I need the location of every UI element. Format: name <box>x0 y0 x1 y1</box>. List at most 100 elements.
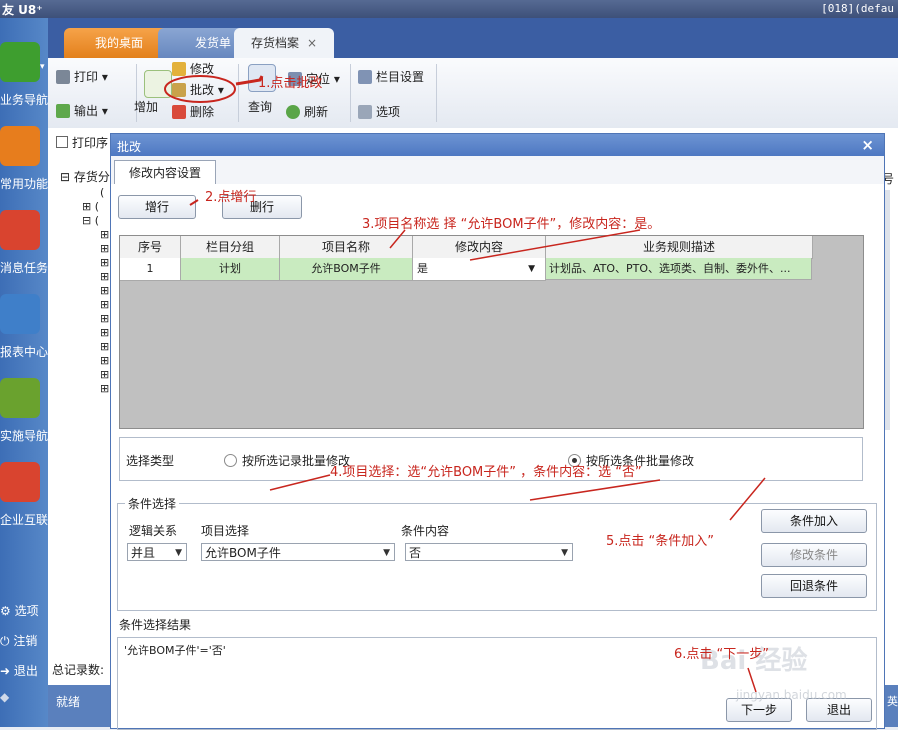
col-header-item: 项目名称 <box>280 236 413 259</box>
app-title-bar: 友 U8⁺ [018](defau <box>0 0 898 18</box>
nav-options[interactable]: ⚙ 选项 <box>0 602 39 619</box>
query-button[interactable]: 查询 <box>248 98 272 115</box>
toolbar-divider <box>238 64 239 122</box>
columns-icon <box>358 70 372 84</box>
toolbar-divider <box>436 64 437 122</box>
ime-indicator: 英 <box>887 695 898 708</box>
condition-result-label: 条件选择结果 <box>119 618 192 632</box>
nav-item-messages[interactable]: 消息任务 <box>0 259 48 276</box>
modify-button[interactable]: 修改 <box>172 60 214 77</box>
tree-node[interactable]: ⊟ ( <box>82 214 99 227</box>
left-navigation: ▾ 业务导航 常用功能 消息任务 报表中心 实施导航 企业互联 ⚙ 选项 ⏻ 注… <box>0 18 48 727</box>
col-header-value: 修改内容 <box>413 236 546 259</box>
nav-item-reports[interactable]: 报表中心 <box>0 343 48 360</box>
cell-group[interactable]: 计划 <box>181 258 280 281</box>
nav-item-implementation[interactable]: 实施导航 <box>0 427 48 444</box>
add-condition-button[interactable]: 条件加入 <box>761 509 867 533</box>
category-tree[interactable]: ⊟ 存货分 ( ⊞ ( ⊟ ( ⊞ ⊞ ⊞ ⊞ ⊞ ⊞ ⊞ ⊞ ⊞ ⊞ ⊞ ⊞ <box>52 162 112 395</box>
options-button[interactable]: 选项 <box>358 103 400 120</box>
cell-rule[interactable]: 计划品、ATO、PTO、选项类、自制、委外件、... <box>546 258 812 280</box>
chevron-down-icon[interactable]: ▼ <box>528 258 535 280</box>
power-icon: ⏻ <box>0 634 14 648</box>
tree-children[interactable]: ⊞ ⊞ ⊞ ⊞ ⊞ ⊞ ⊞ ⊞ ⊞ ⊞ ⊞ ⊞ <box>100 228 109 396</box>
refresh-icon <box>286 105 300 119</box>
radio-icon[interactable] <box>224 454 237 467</box>
cell-seq[interactable]: 1 <box>120 258 181 281</box>
gear-icon: ⚙ <box>0 604 15 618</box>
dialog-tabbar: 修改内容设置 <box>111 156 884 185</box>
delete-button[interactable]: 删除 <box>172 103 214 120</box>
item-select[interactable]: 允许BOM子件 ▼ <box>201 543 395 561</box>
item-select-label: 项目选择 <box>201 524 250 538</box>
star-icon[interactable] <box>0 126 40 166</box>
exit-icon: ➜ <box>0 664 14 678</box>
batch-edit-icon <box>172 83 186 97</box>
nav-item-enterprise[interactable]: 企业互联 <box>0 511 48 528</box>
condition-result-text: '允许BOM子件'='否' <box>124 644 226 657</box>
annotation-step-2: 2.点增行 <box>205 190 257 205</box>
nav-item-favorites[interactable]: 常用功能 <box>0 175 48 192</box>
report-icon[interactable] <box>0 294 40 334</box>
cell-item[interactable]: 允许BOM子件 <box>280 258 413 281</box>
chevron-down-icon[interactable]: ▼ <box>561 544 568 562</box>
condition-group-label: 条件选择 <box>125 495 180 512</box>
tools-icon <box>358 105 372 119</box>
col-header-seq: 序号 <box>120 236 181 259</box>
condition-content-label: 条件内容 <box>401 524 450 538</box>
delete-icon <box>172 105 186 119</box>
chevron-down-icon[interactable]: ▼ <box>383 544 390 562</box>
toolbar: 打印 ▾ 输出 ▾ 增加 修改 批改 ▾ 删除 查询 定位 ▾ 刷新 栏目设置 … <box>48 58 898 129</box>
tree-root[interactable]: ⊟ 存货分 <box>60 168 110 185</box>
add-button[interactable]: 增加 <box>134 98 158 115</box>
remove-condition-button[interactable]: 回退条件 <box>761 574 867 598</box>
annotation-step-3: 3.项目名称选 择 “允许BOM子件”，修改内容：是。 <box>362 217 661 232</box>
annotation-step-4: 4.项目选择：选“允许BOM子件” ，条件内容：选 “否” <box>330 465 642 480</box>
connect-icon[interactable] <box>0 462 40 502</box>
dialog-title: 批改 <box>117 140 142 154</box>
grid-icon[interactable] <box>0 42 40 82</box>
chevron-down-icon[interactable]: ▼ <box>175 544 182 562</box>
tree-node[interactable]: ( <box>100 186 104 199</box>
close-icon[interactable]: × <box>307 36 317 50</box>
nav-item-business[interactable]: 业务导航 <box>0 91 48 108</box>
close-icon[interactable]: × <box>861 136 874 154</box>
nav-exit[interactable]: ➜ 退出 <box>0 662 38 679</box>
collapse-icon[interactable]: ◆ <box>0 690 9 704</box>
select-type-label: 选择类型 <box>126 454 175 468</box>
export-button[interactable]: 输出 ▾ <box>56 102 108 119</box>
tab-inventory[interactable]: 存货档案 × <box>234 28 334 58</box>
session-info: [018](defau <box>821 2 894 15</box>
export-icon <box>56 104 70 118</box>
status-ready: 就绪 <box>56 695 81 709</box>
tree-node[interactable]: ⊞ ( <box>82 200 99 213</box>
document-tabs: 我的桌面 发货单 存货档案 × <box>48 18 898 58</box>
col-header-group: 栏目分组 <box>181 236 280 259</box>
tab-modify-content[interactable]: 修改内容设置 <box>114 160 216 185</box>
pencil-icon <box>172 62 186 76</box>
compass-icon[interactable] <box>0 378 40 418</box>
logic-label: 逻辑关系 <box>129 524 178 538</box>
col-header-rule: 业务规则描述 <box>546 236 813 259</box>
print-button[interactable]: 打印 ▾ <box>56 68 108 85</box>
printer-icon <box>56 70 70 84</box>
envelope-icon[interactable] <box>0 210 40 250</box>
refresh-button[interactable]: 刷新 <box>286 103 328 120</box>
add-row-button[interactable]: 增行 <box>118 195 196 219</box>
column-settings-button[interactable]: 栏目设置 <box>358 68 424 85</box>
nav-logout[interactable]: ⏻ 注销 <box>0 632 37 649</box>
condition-content-select[interactable]: 否 ▼ <box>405 543 573 561</box>
modify-condition-button[interactable]: 修改条件 <box>761 543 867 567</box>
modify-grid[interactable]: 序号 栏目分组 项目名称 修改内容 业务规则描述 1 计划 允许BOM子件 是 ▼… <box>119 235 864 429</box>
toolbar-divider <box>350 64 351 122</box>
batch-modify-button[interactable]: 批改 ▾ <box>172 81 224 98</box>
dialog-title-bar[interactable]: 批改 × <box>111 134 884 156</box>
checkbox-icon <box>56 136 68 148</box>
cell-value-dropdown[interactable]: 是 ▼ <box>413 258 546 281</box>
annotation-step-5: 5.点击 “条件加入” <box>606 534 715 549</box>
total-records-label: 总记录数: <box>52 663 105 677</box>
chevron-down-icon[interactable]: ▾ <box>40 62 45 72</box>
logic-select[interactable]: 并且 ▼ <box>127 543 187 561</box>
add-icon[interactable] <box>144 70 172 98</box>
print-seq-checkbox[interactable]: 打印序 <box>48 130 118 152</box>
collapse-icon[interactable]: ⊟ <box>60 170 74 184</box>
